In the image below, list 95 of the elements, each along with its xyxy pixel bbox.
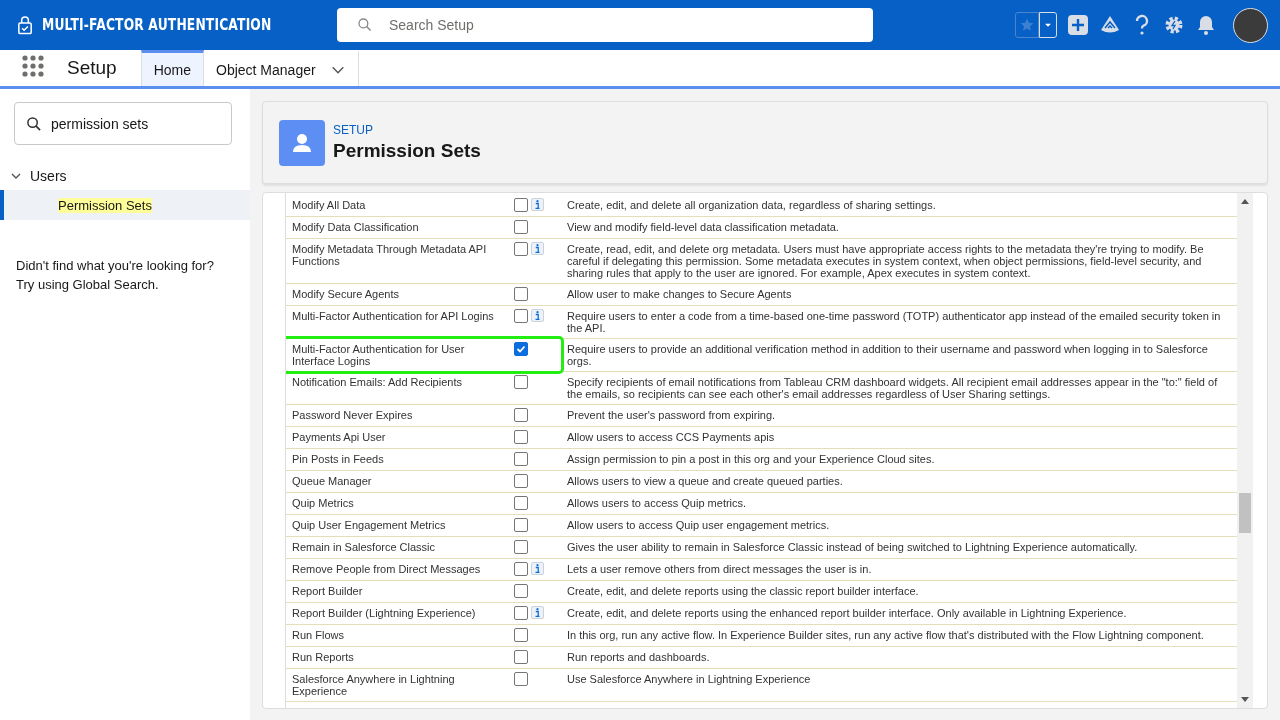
- app-title: MULTI-FACTOR AUTHENTICATION: [42, 16, 272, 34]
- permission-name: Salesforce Anywhere in Lightning Experience: [291, 672, 456, 699]
- checkbox[interactable]: [514, 375, 528, 389]
- scrollbar-thumb[interactable]: [1239, 493, 1251, 533]
- checkbox[interactable]: [514, 198, 528, 212]
- permission-name: Modify Metadata Through Metadata API Functions: [291, 242, 488, 269]
- permission-name: Modify All Data: [291, 198, 367, 213]
- info-icon[interactable]: [531, 242, 544, 255]
- checkmark-icon: [516, 344, 526, 354]
- permission-name: Quip User Engagement Metrics: [291, 518, 447, 533]
- permission-description: Assign permission to pin a post in this org and your Experience Cloud sites.: [566, 452, 936, 467]
- permission-description: Lets a user remove others from direct messages the user is in.: [566, 562, 873, 577]
- checkbox[interactable]: [514, 408, 528, 422]
- permission-name: Report Builder (Lightning Experience): [291, 606, 477, 621]
- page-title: Permission Sets: [333, 140, 481, 162]
- page-eyebrow: SETUP: [333, 123, 374, 137]
- bell-icon: [1195, 14, 1217, 36]
- permission-name: Modify Data Classification: [291, 220, 420, 235]
- scrollbar[interactable]: [1237, 193, 1253, 708]
- checkbox[interactable]: [514, 628, 528, 642]
- settings-button[interactable]: [1163, 14, 1185, 36]
- permission-name: Remove People from Direct Messages: [291, 562, 482, 577]
- plus-icon: [1067, 14, 1089, 36]
- permission-description: Gives the user ability to remain in Salesforce Classic instead of being switched to Lightning Experience automatically.: [566, 540, 1139, 555]
- permission-name: Payments Api User: [291, 430, 387, 445]
- app-name: Setup: [67, 57, 117, 79]
- checkbox[interactable]: [514, 452, 528, 466]
- checkbox[interactable]: [514, 496, 528, 510]
- permission-description: Allow user to make changes to Secure Agents: [566, 287, 793, 302]
- permission-description: Prevent the user's password from expiring.: [566, 408, 777, 423]
- quick-find-field[interactable]: permission sets: [14, 102, 232, 145]
- checkbox[interactable]: [514, 540, 528, 554]
- avatar[interactable]: [1233, 7, 1268, 43]
- checkbox[interactable]: [514, 606, 528, 620]
- user-icon: [279, 119, 325, 166]
- search-icon: [26, 116, 41, 131]
- checkbox[interactable]: [514, 672, 528, 686]
- permission-description: Create, edit, and delete reports using the enhanced report builder interface. Only available in Lightning Experience.: [566, 606, 1128, 621]
- permission-description: View and modify field-level data classification metadata.: [566, 220, 840, 235]
- star-icon: [1019, 17, 1035, 33]
- checkbox[interactable]: [514, 342, 528, 356]
- checkbox[interactable]: [514, 518, 528, 532]
- help-text: Didn't find what you're looking for?: [16, 257, 215, 275]
- permission-name: Run Flows: [291, 628, 345, 643]
- checkbox[interactable]: [514, 287, 528, 301]
- permission-description: Create, read, edit, and delete org metadata. Users must have appropriate access rights to the metadata they're trying to modify. Be careful if delegating this permission. Some metadata executes in system context, when object permissions, field-level security, and sharing rules that apply to the user are ignored. For example, Apex executes in system context.: [566, 242, 1205, 281]
- permission-name: Quip Metrics: [291, 496, 355, 511]
- add-button[interactable]: [1067, 14, 1089, 36]
- scroll-up-icon[interactable]: [1241, 199, 1249, 204]
- checkbox[interactable]: [514, 562, 528, 576]
- checkbox[interactable]: [514, 584, 528, 598]
- nav-tab[interactable]: Home: [140, 50, 204, 86]
- notifications-button[interactable]: [1195, 14, 1217, 36]
- permission-name: Queue Manager: [291, 474, 373, 489]
- permission-description: Allows users to view a queue and create queued parties.: [566, 474, 844, 489]
- permission-name: Pin Posts in Feeds: [291, 452, 385, 467]
- favorites-dropdown[interactable]: [1039, 12, 1057, 38]
- permission-description: Require users to provide an additional verification method in addition to their username and password when logging in to Salesforce orgs.: [566, 342, 1209, 369]
- info-icon[interactable]: [531, 198, 544, 211]
- lock-check-icon: [16, 15, 35, 35]
- permission-description: Allows users to access Quip metrics.: [566, 496, 748, 511]
- permission-description: Allow users to access CCS Payments apis: [566, 430, 776, 445]
- info-icon[interactable]: [531, 606, 544, 619]
- permission-description: Specify recipients of email notifications from Tableau CRM dashboard widgets. All recipient email addresses appear in the "to:" field of the emails, so recipients can see each other's email addresses regardless of User Sharing settings.: [566, 375, 1219, 402]
- help-text: Try using Global Search.: [16, 276, 160, 294]
- permission-name: Password Never Expires: [291, 408, 414, 423]
- search-icon: [357, 17, 373, 33]
- app-launcher-icon: [22, 55, 44, 77]
- permission-name: Multi-Factor Authentication for User Interface Logins: [291, 342, 466, 369]
- permission-description: Use Salesforce Anywhere in Lightning Experience: [566, 672, 812, 687]
- permission-name: Remain in Salesforce Classic: [291, 540, 437, 555]
- checkbox[interactable]: [514, 309, 528, 323]
- settings-icon: [1163, 14, 1185, 36]
- permission-description: Allow users to access Quip user engagement metrics.: [566, 518, 831, 533]
- tree-item[interactable]: Users: [0, 165, 250, 187]
- permission-description: Run reports and dashboards.: [566, 650, 711, 665]
- checkbox[interactable]: [514, 220, 528, 234]
- permission-name: Report Builder: [291, 584, 364, 599]
- permission-description: Require users to enter a code from a time-based one-time password (TOTP) authenticator app instead of the emailed security token in the API.: [566, 309, 1222, 336]
- permission-name: Run Reports: [291, 650, 355, 665]
- permission-name: Modify Secure Agents: [291, 287, 400, 302]
- info-icon[interactable]: [531, 562, 544, 575]
- checkbox[interactable]: [514, 430, 528, 444]
- permission-description: Create, edit, and delete reports using the classic report builder interface.: [566, 584, 920, 599]
- checkbox[interactable]: [514, 650, 528, 664]
- search-field[interactable]: Search Setup: [337, 8, 873, 42]
- permission-name: Notification Emails: Add Recipients: [291, 375, 463, 390]
- checkbox[interactable]: [514, 474, 528, 488]
- scroll-down-icon[interactable]: [1241, 697, 1249, 702]
- checkbox[interactable]: [514, 242, 528, 256]
- permission-description: Create, edit, and delete all organization data, regardless of sharing settings.: [566, 198, 937, 213]
- tree-item[interactable]: Permission Sets: [0, 190, 250, 220]
- info-icon[interactable]: [531, 309, 544, 322]
- permission-description: In this org, run any active flow. In Experience Builder sites, run any active flow that's distributed with the Flow Lightning component.: [566, 628, 1205, 643]
- permission-name: Multi-Factor Authentication for API Logins: [291, 309, 495, 324]
